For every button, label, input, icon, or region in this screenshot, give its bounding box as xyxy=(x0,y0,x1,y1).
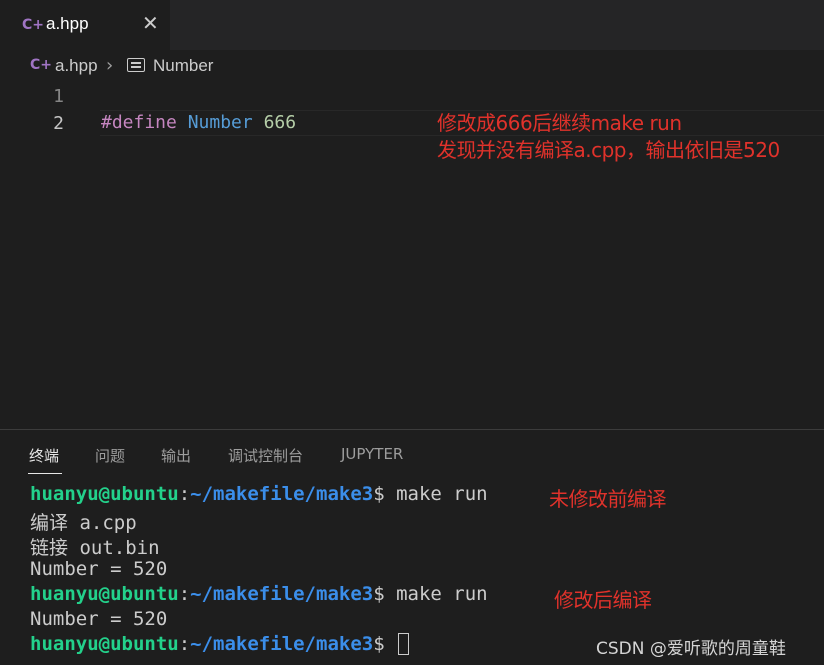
prompt-path: ~/makefile/make3 xyxy=(190,633,374,655)
code-keyword: #define xyxy=(101,112,177,133)
tab-output[interactable]: 输出 xyxy=(161,445,191,466)
terminal-prompt-line: huanyu@ubuntu:~/makefile/make3$ make run xyxy=(30,583,488,605)
active-tab-indicator xyxy=(28,473,62,474)
c-plus-plus-icon: C+ xyxy=(30,57,53,73)
terminal-cursor xyxy=(398,633,410,655)
terminal-command: make run xyxy=(396,483,488,505)
prompt-user: huanyu@ubuntu xyxy=(30,633,179,655)
tab-a-hpp[interactable]: C+ a.hpp ✕ xyxy=(0,0,170,50)
line-number: 1 xyxy=(53,86,64,107)
terminal-output-line: Number = 520 xyxy=(30,608,168,630)
terminal-output-line: Number = 520 xyxy=(30,558,168,580)
breadcrumb-symbol[interactable]: Number xyxy=(153,56,213,76)
terminal-command: make run xyxy=(396,583,488,605)
prompt-user: huanyu@ubuntu xyxy=(30,483,179,505)
prompt-colon: : xyxy=(178,483,191,505)
terminal-prompt-line: huanyu@ubuntu:~/makefile/make3$ xyxy=(30,633,410,655)
line-number: 2 xyxy=(53,113,64,134)
prompt-colon: : xyxy=(178,633,191,655)
chevron-right-icon: › xyxy=(106,55,114,76)
breadcrumb-file[interactable]: a.hpp xyxy=(55,56,98,76)
prompt-path: ~/makefile/make3 xyxy=(190,483,374,505)
close-icon[interactable]: ✕ xyxy=(142,11,159,35)
tab-label: a.hpp xyxy=(46,14,89,33)
tab-debug-console[interactable]: 调试控制台 xyxy=(228,445,303,466)
annotation-text: 修改成666后继续make run xyxy=(437,111,682,135)
terminal-output-line: 编译 a.cpp xyxy=(30,512,137,534)
c-plus-plus-icon: C+ xyxy=(22,17,45,33)
prompt-path: ~/makefile/make3 xyxy=(190,583,374,605)
prompt-symbol: $ xyxy=(373,583,397,605)
terminal-output-line: 链接 out.bin xyxy=(30,537,160,559)
annotation-text: 修改后编译 xyxy=(554,588,652,612)
terminal-prompt-line: huanyu@ubuntu:~/makefile/make3$ make run xyxy=(30,483,488,505)
tab-problems[interactable]: 问题 xyxy=(95,445,125,466)
code-line[interactable]: #define Number 666 xyxy=(101,112,296,133)
prompt-user: huanyu@ubuntu xyxy=(30,583,179,605)
breadcrumb: C+ a.hpp › Number xyxy=(0,50,824,82)
code-identifier: Number xyxy=(187,112,253,133)
watermark: CSDN @爱听歌的周童鞋 xyxy=(596,639,786,659)
tab-terminal[interactable]: 终端 xyxy=(29,445,59,466)
symbol-constant-icon xyxy=(127,58,145,72)
prompt-symbol: $ xyxy=(373,483,397,505)
code-number: 666 xyxy=(263,112,297,133)
tab-jupyter[interactable]: JUPYTER xyxy=(341,445,403,463)
prompt-symbol: $ xyxy=(373,633,397,655)
prompt-colon: : xyxy=(178,583,191,605)
annotation-text: 发现并没有编译a.cpp，输出依旧是520 xyxy=(437,138,780,162)
annotation-text: 未修改前编译 xyxy=(549,487,667,511)
editor-tab-bar: C+ a.hpp ✕ xyxy=(0,0,824,50)
